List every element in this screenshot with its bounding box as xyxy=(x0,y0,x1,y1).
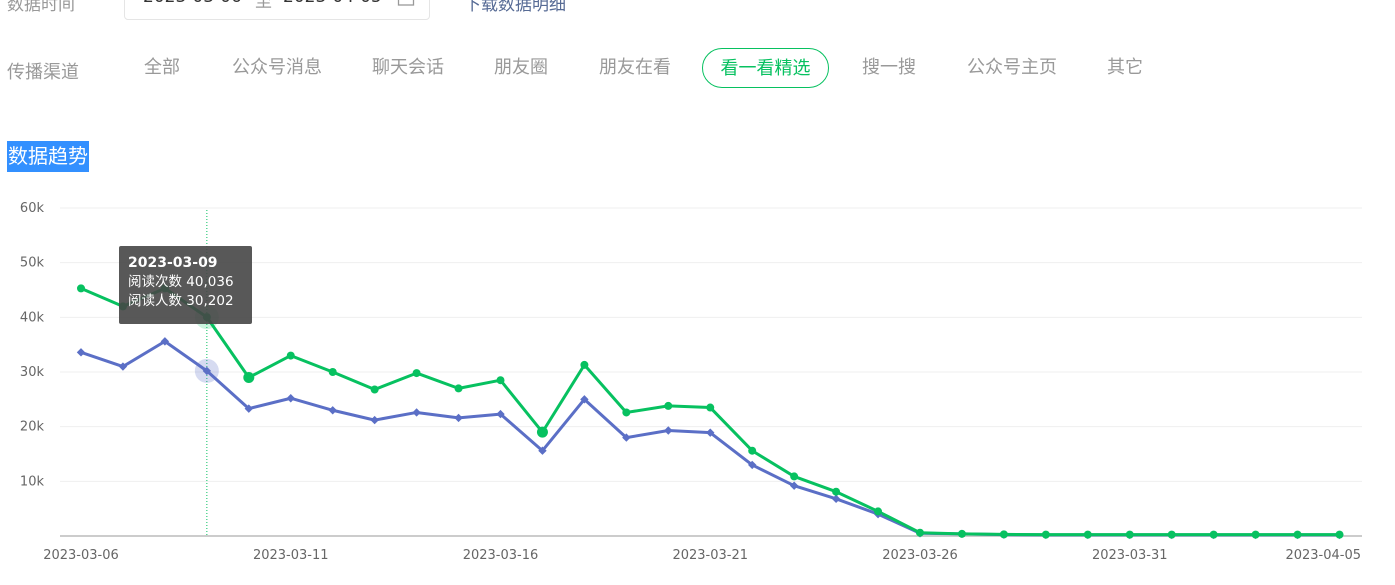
section-title: 数据趋势 xyxy=(7,141,89,172)
date-separator: 至 xyxy=(255,0,272,12)
x-tick-label: 2023-03-06 xyxy=(43,548,119,563)
reads-point xyxy=(1209,530,1218,539)
chart-tooltip: 2023-03-09 阅读次数 40,036 阅读人数 30,202 xyxy=(119,246,252,324)
date-filter-label: 数据时间 xyxy=(7,0,75,15)
date-range-picker[interactable]: 2023-03-06 至 2023-04-05 xyxy=(124,0,430,20)
reads-point xyxy=(496,376,505,385)
readers-point xyxy=(664,426,673,435)
y-tick-label: 60k xyxy=(20,201,45,216)
channel-tab-all[interactable]: 全部 xyxy=(144,48,180,88)
channel-tab-search[interactable]: 搜一搜 xyxy=(862,48,916,88)
readers-point xyxy=(286,394,295,403)
x-tick-label: 2023-03-21 xyxy=(672,548,748,563)
channel-tab-friends-watching[interactable]: 朋友在看 xyxy=(599,48,671,88)
channel-tab-other[interactable]: 其它 xyxy=(1107,48,1143,88)
readers-point xyxy=(454,413,463,423)
readers-point xyxy=(328,406,337,415)
reads-point xyxy=(790,472,799,481)
reads-point xyxy=(874,507,883,516)
channel-tab-official-homepage[interactable]: 公众号主页 xyxy=(967,48,1057,88)
y-tick-label: 20k xyxy=(20,420,45,435)
x-tick-label: 2023-03-16 xyxy=(463,548,539,563)
tooltip-date: 2023-03-09 xyxy=(128,255,218,271)
date-end-value: 2023-04-05 xyxy=(283,0,382,7)
x-tick-label: 2023-03-26 xyxy=(882,548,958,563)
reads-point xyxy=(1167,530,1176,539)
reads-point xyxy=(1083,530,1092,539)
channel-filter-label: 传播渠道 xyxy=(7,62,79,83)
reads-point xyxy=(706,403,715,412)
channel-tab-moments[interactable]: 朋友圈 xyxy=(494,48,548,88)
download-details-link[interactable]: 下载数据明细 xyxy=(464,0,566,15)
readers-point xyxy=(831,494,841,504)
date-start-value: 2023-03-06 xyxy=(143,0,242,7)
tooltip-readers-row: 阅读人数 30,202 xyxy=(128,292,252,311)
tooltip-reads-row: 阅读次数 40,036 xyxy=(128,273,252,292)
y-tick-label: 10k xyxy=(20,474,45,489)
reads-point xyxy=(370,385,379,394)
tooltip-readers-label: 阅读人数 xyxy=(128,293,182,309)
tooltip-readers-value: 30,202 xyxy=(186,293,234,309)
reads-point xyxy=(536,426,548,438)
y-tick-label: 40k xyxy=(20,310,45,325)
reads-point xyxy=(622,408,631,417)
readers-point xyxy=(412,408,421,417)
reads-point xyxy=(664,401,673,410)
channel-tab-official-messages[interactable]: 公众号消息 xyxy=(232,48,322,88)
reads-point xyxy=(412,369,421,378)
reads-point xyxy=(1125,530,1134,539)
tooltip-reads-label: 阅读次数 xyxy=(128,274,182,290)
x-tick-label: 2023-03-11 xyxy=(253,548,329,563)
reads-point xyxy=(957,529,966,538)
channel-tab-top-stories[interactable]: 看一看精选 xyxy=(702,48,829,88)
reads-point xyxy=(832,487,841,496)
reads-point xyxy=(1251,530,1260,539)
readers-point xyxy=(370,415,379,425)
reads-point xyxy=(580,360,589,369)
reads-point xyxy=(999,530,1008,539)
channel-filter-row: 传播渠道 全部 公众号消息 聊天会话 朋友圈 朋友在看 看一看精选 搜一搜 公众… xyxy=(0,48,1395,88)
channel-tab-chat[interactable]: 聊天会话 xyxy=(372,48,444,88)
reads-point xyxy=(286,351,295,360)
tooltip-reads-value: 40,036 xyxy=(186,274,234,290)
y-tick-label: 30k xyxy=(20,365,45,380)
reads-point xyxy=(1293,530,1302,539)
x-tick-label: 2023-04-05 xyxy=(1285,548,1361,563)
reads-point xyxy=(243,371,255,383)
date-filter-row: 数据时间 2023-03-06 至 2023-04-05 下载数据明细 xyxy=(0,0,1395,26)
series-line-readers xyxy=(80,339,1340,537)
calendar-icon[interactable] xyxy=(397,0,415,7)
reads-point xyxy=(1041,530,1050,539)
reads-point xyxy=(1335,530,1344,539)
reads-point xyxy=(916,528,924,537)
reads-point xyxy=(454,384,463,393)
readers-point xyxy=(76,348,86,357)
reads-point xyxy=(328,368,337,376)
y-tick-label: 50k xyxy=(20,256,45,271)
x-tick-label: 2023-03-31 xyxy=(1092,548,1168,563)
reads-point xyxy=(77,284,85,293)
reads-point xyxy=(748,446,757,455)
